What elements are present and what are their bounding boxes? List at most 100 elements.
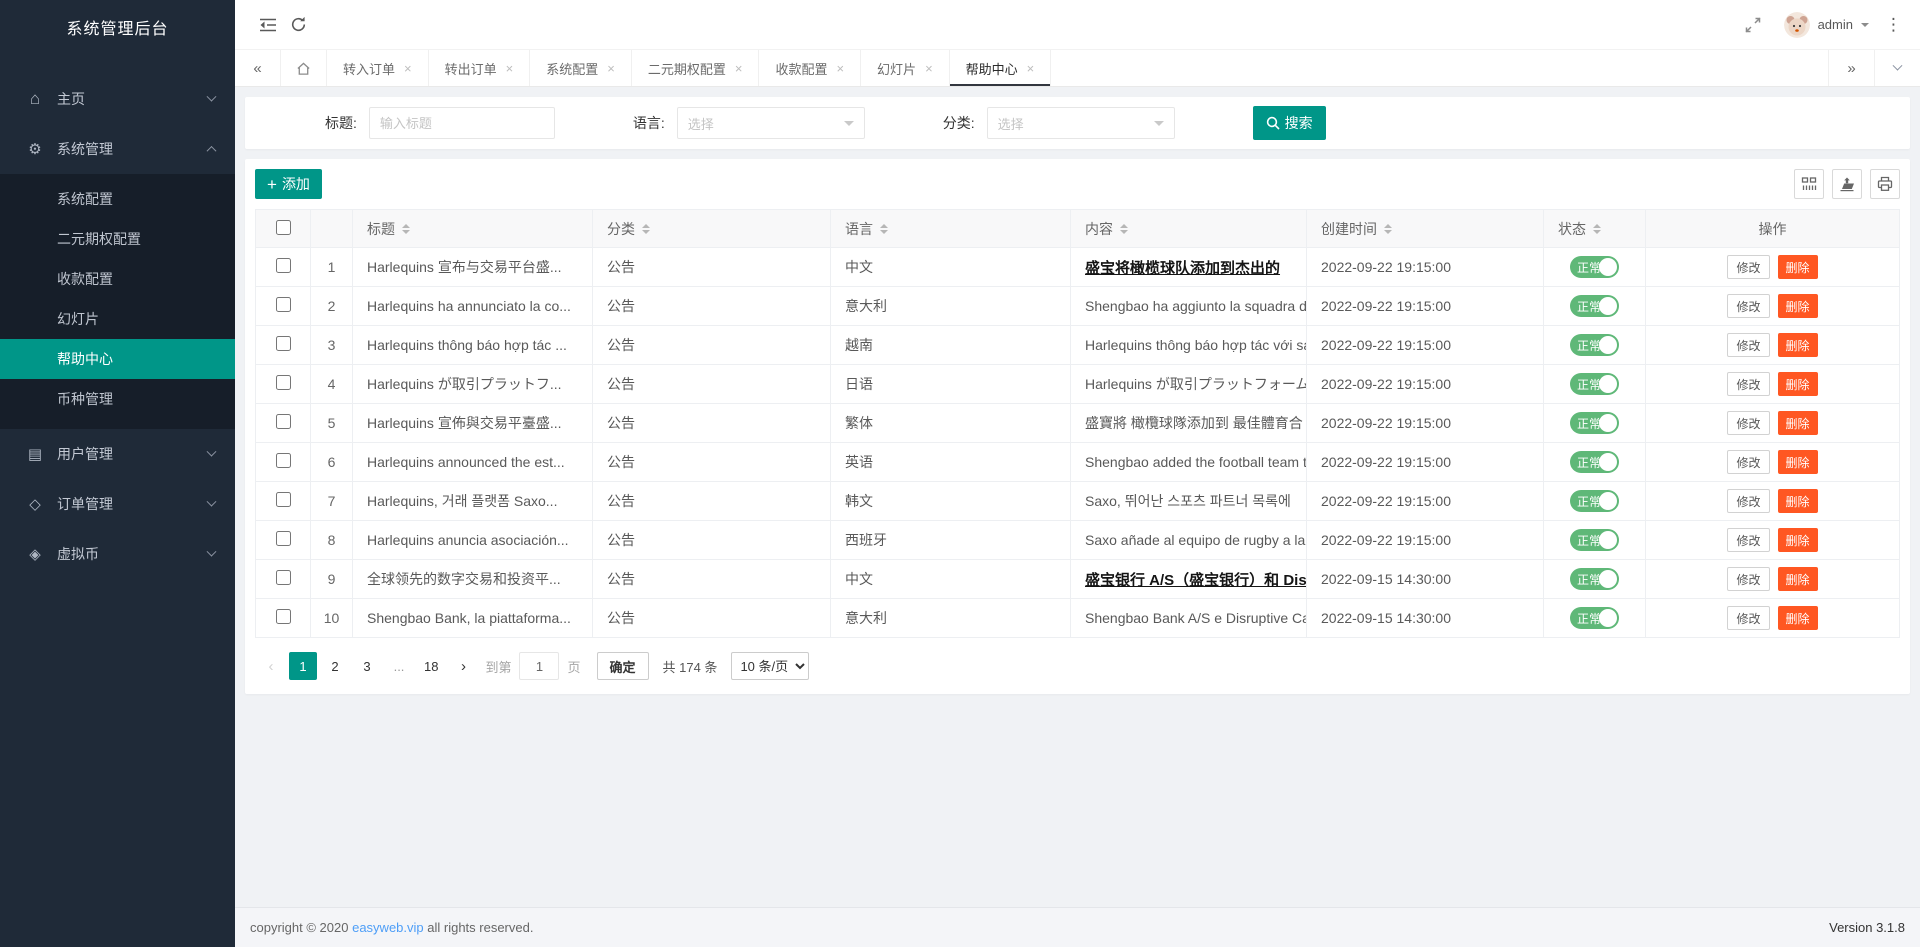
sidebar-item-0[interactable]: 主页 [0,74,235,124]
sidebar-item-4[interactable]: 虚拟币 [0,529,235,579]
title-input[interactable] [369,107,555,139]
tab-0[interactable]: 转入订单 [327,50,429,86]
modify-button[interactable]: 修改 [1727,411,1769,435]
status-toggle[interactable]: 正常 [1570,490,1619,512]
close-icon[interactable] [925,62,933,75]
more-menu-icon[interactable]: ⋮ [1885,16,1902,33]
tab-4[interactable]: 收款配置 [759,50,861,86]
sidebar-subitem-1[interactable]: 二元期权配置 [0,219,235,259]
sidebar-item-2[interactable]: 用户管理 [0,429,235,479]
status-toggle[interactable]: 正常 [1570,373,1619,395]
sidebar-subitem-0[interactable]: 系统配置 [0,179,235,219]
row-checkbox[interactable] [276,297,291,312]
status-toggle[interactable]: 正常 [1570,334,1619,356]
row-checkbox[interactable] [276,531,291,546]
row-checkbox[interactable] [276,336,291,351]
language-select[interactable]: 选择 [677,107,865,139]
modify-button[interactable]: 修改 [1727,489,1769,513]
modify-button[interactable]: 修改 [1727,528,1769,552]
close-icon[interactable] [735,62,743,75]
collapse-sidebar-icon[interactable] [253,10,283,40]
status-toggle[interactable]: 正常 [1570,607,1619,629]
modify-button[interactable]: 修改 [1727,372,1769,396]
footer-link[interactable]: easyweb.vip [352,920,424,935]
print-button[interactable] [1870,169,1900,199]
sidebar-subitem-2[interactable]: 收款配置 [0,259,235,299]
per-page-select[interactable]: 10 条/页 [731,652,809,680]
modify-button[interactable]: 修改 [1727,567,1769,591]
add-button[interactable]: + 添加 [255,169,322,199]
modify-button[interactable]: 修改 [1727,450,1769,474]
next-page-button[interactable]: › [449,652,477,680]
row-checkbox[interactable] [276,609,291,624]
row-checkbox[interactable] [276,492,291,507]
columns-toggle-button[interactable] [1794,169,1824,199]
status-toggle[interactable]: 正常 [1570,451,1619,473]
status-toggle[interactable]: 正常 [1570,412,1619,434]
delete-button[interactable]: 删除 [1778,606,1818,630]
prev-page-button[interactable]: ‹ [257,652,285,680]
sort-icon[interactable] [402,220,410,238]
row-checkbox[interactable] [276,375,291,390]
modify-button[interactable]: 修改 [1727,294,1769,318]
home-tab[interactable] [281,50,327,86]
tab-5[interactable]: 幻灯片 [861,50,950,86]
user-menu[interactable]: admin [1784,12,1869,38]
tab-2[interactable]: 系统配置 [530,50,632,86]
username[interactable]: admin [1818,17,1853,32]
tabs-scroll-right-button[interactable]: » [1828,50,1874,86]
row-checkbox[interactable] [276,414,291,429]
modify-button[interactable]: 修改 [1727,255,1769,279]
modify-button[interactable]: 修改 [1727,333,1769,357]
delete-button[interactable]: 删除 [1778,567,1818,591]
sidebar-subitem-4[interactable]: 帮助中心 [0,339,235,379]
status-toggle[interactable]: 正常 [1570,568,1619,590]
sort-icon[interactable] [880,220,888,238]
select-all-checkbox[interactable] [276,220,291,235]
fullscreen-icon[interactable] [1738,10,1768,40]
modify-button[interactable]: 修改 [1727,606,1769,630]
sort-icon[interactable] [642,220,650,238]
status-toggle[interactable]: 正常 [1570,295,1619,317]
page-button-1[interactable]: 1 [289,652,317,680]
page-button-18[interactable]: 18 [417,652,445,680]
close-icon[interactable] [506,62,514,75]
tab-6[interactable]: 帮助中心 [950,50,1052,86]
goto-confirm-button[interactable]: 确定 [597,652,649,680]
sidebar-item-1[interactable]: 系统管理 [0,124,235,174]
tabs-scroll-left-button[interactable]: « [235,50,281,86]
tab-1[interactable]: 转出订单 [429,50,531,86]
status-toggle[interactable]: 正常 [1570,256,1619,278]
delete-button[interactable]: 删除 [1778,450,1818,474]
page-button-3[interactable]: 3 [353,652,381,680]
delete-button[interactable]: 删除 [1778,255,1818,279]
tabs-menu-button[interactable] [1874,50,1920,86]
avatar[interactable] [1784,12,1810,38]
row-checkbox[interactable] [276,258,291,273]
row-checkbox[interactable] [276,453,291,468]
export-button[interactable] [1832,169,1862,199]
sort-icon[interactable] [1120,220,1128,238]
sort-icon[interactable] [1384,220,1392,238]
delete-button[interactable]: 删除 [1778,294,1818,318]
sidebar-item-3[interactable]: 订单管理 [0,479,235,529]
tab-3[interactable]: 二元期权配置 [632,50,760,86]
close-icon[interactable] [404,62,412,75]
delete-button[interactable]: 删除 [1778,411,1818,435]
page-button-2[interactable]: 2 [321,652,349,680]
close-icon[interactable] [607,62,615,75]
refresh-icon[interactable] [283,10,313,40]
delete-button[interactable]: 删除 [1778,528,1818,552]
close-icon[interactable] [836,62,844,75]
delete-button[interactable]: 删除 [1778,372,1818,396]
sidebar-subitem-5[interactable]: 币种管理 [0,379,235,419]
close-icon[interactable] [1027,62,1035,75]
delete-button[interactable]: 删除 [1778,333,1818,357]
sort-icon[interactable] [1593,220,1601,238]
delete-button[interactable]: 删除 [1778,489,1818,513]
sidebar-subitem-3[interactable]: 幻灯片 [0,299,235,339]
category-select[interactable]: 选择 [987,107,1175,139]
search-button[interactable]: 搜索 [1253,106,1326,140]
row-checkbox[interactable] [276,570,291,585]
goto-page-input[interactable] [519,652,559,680]
